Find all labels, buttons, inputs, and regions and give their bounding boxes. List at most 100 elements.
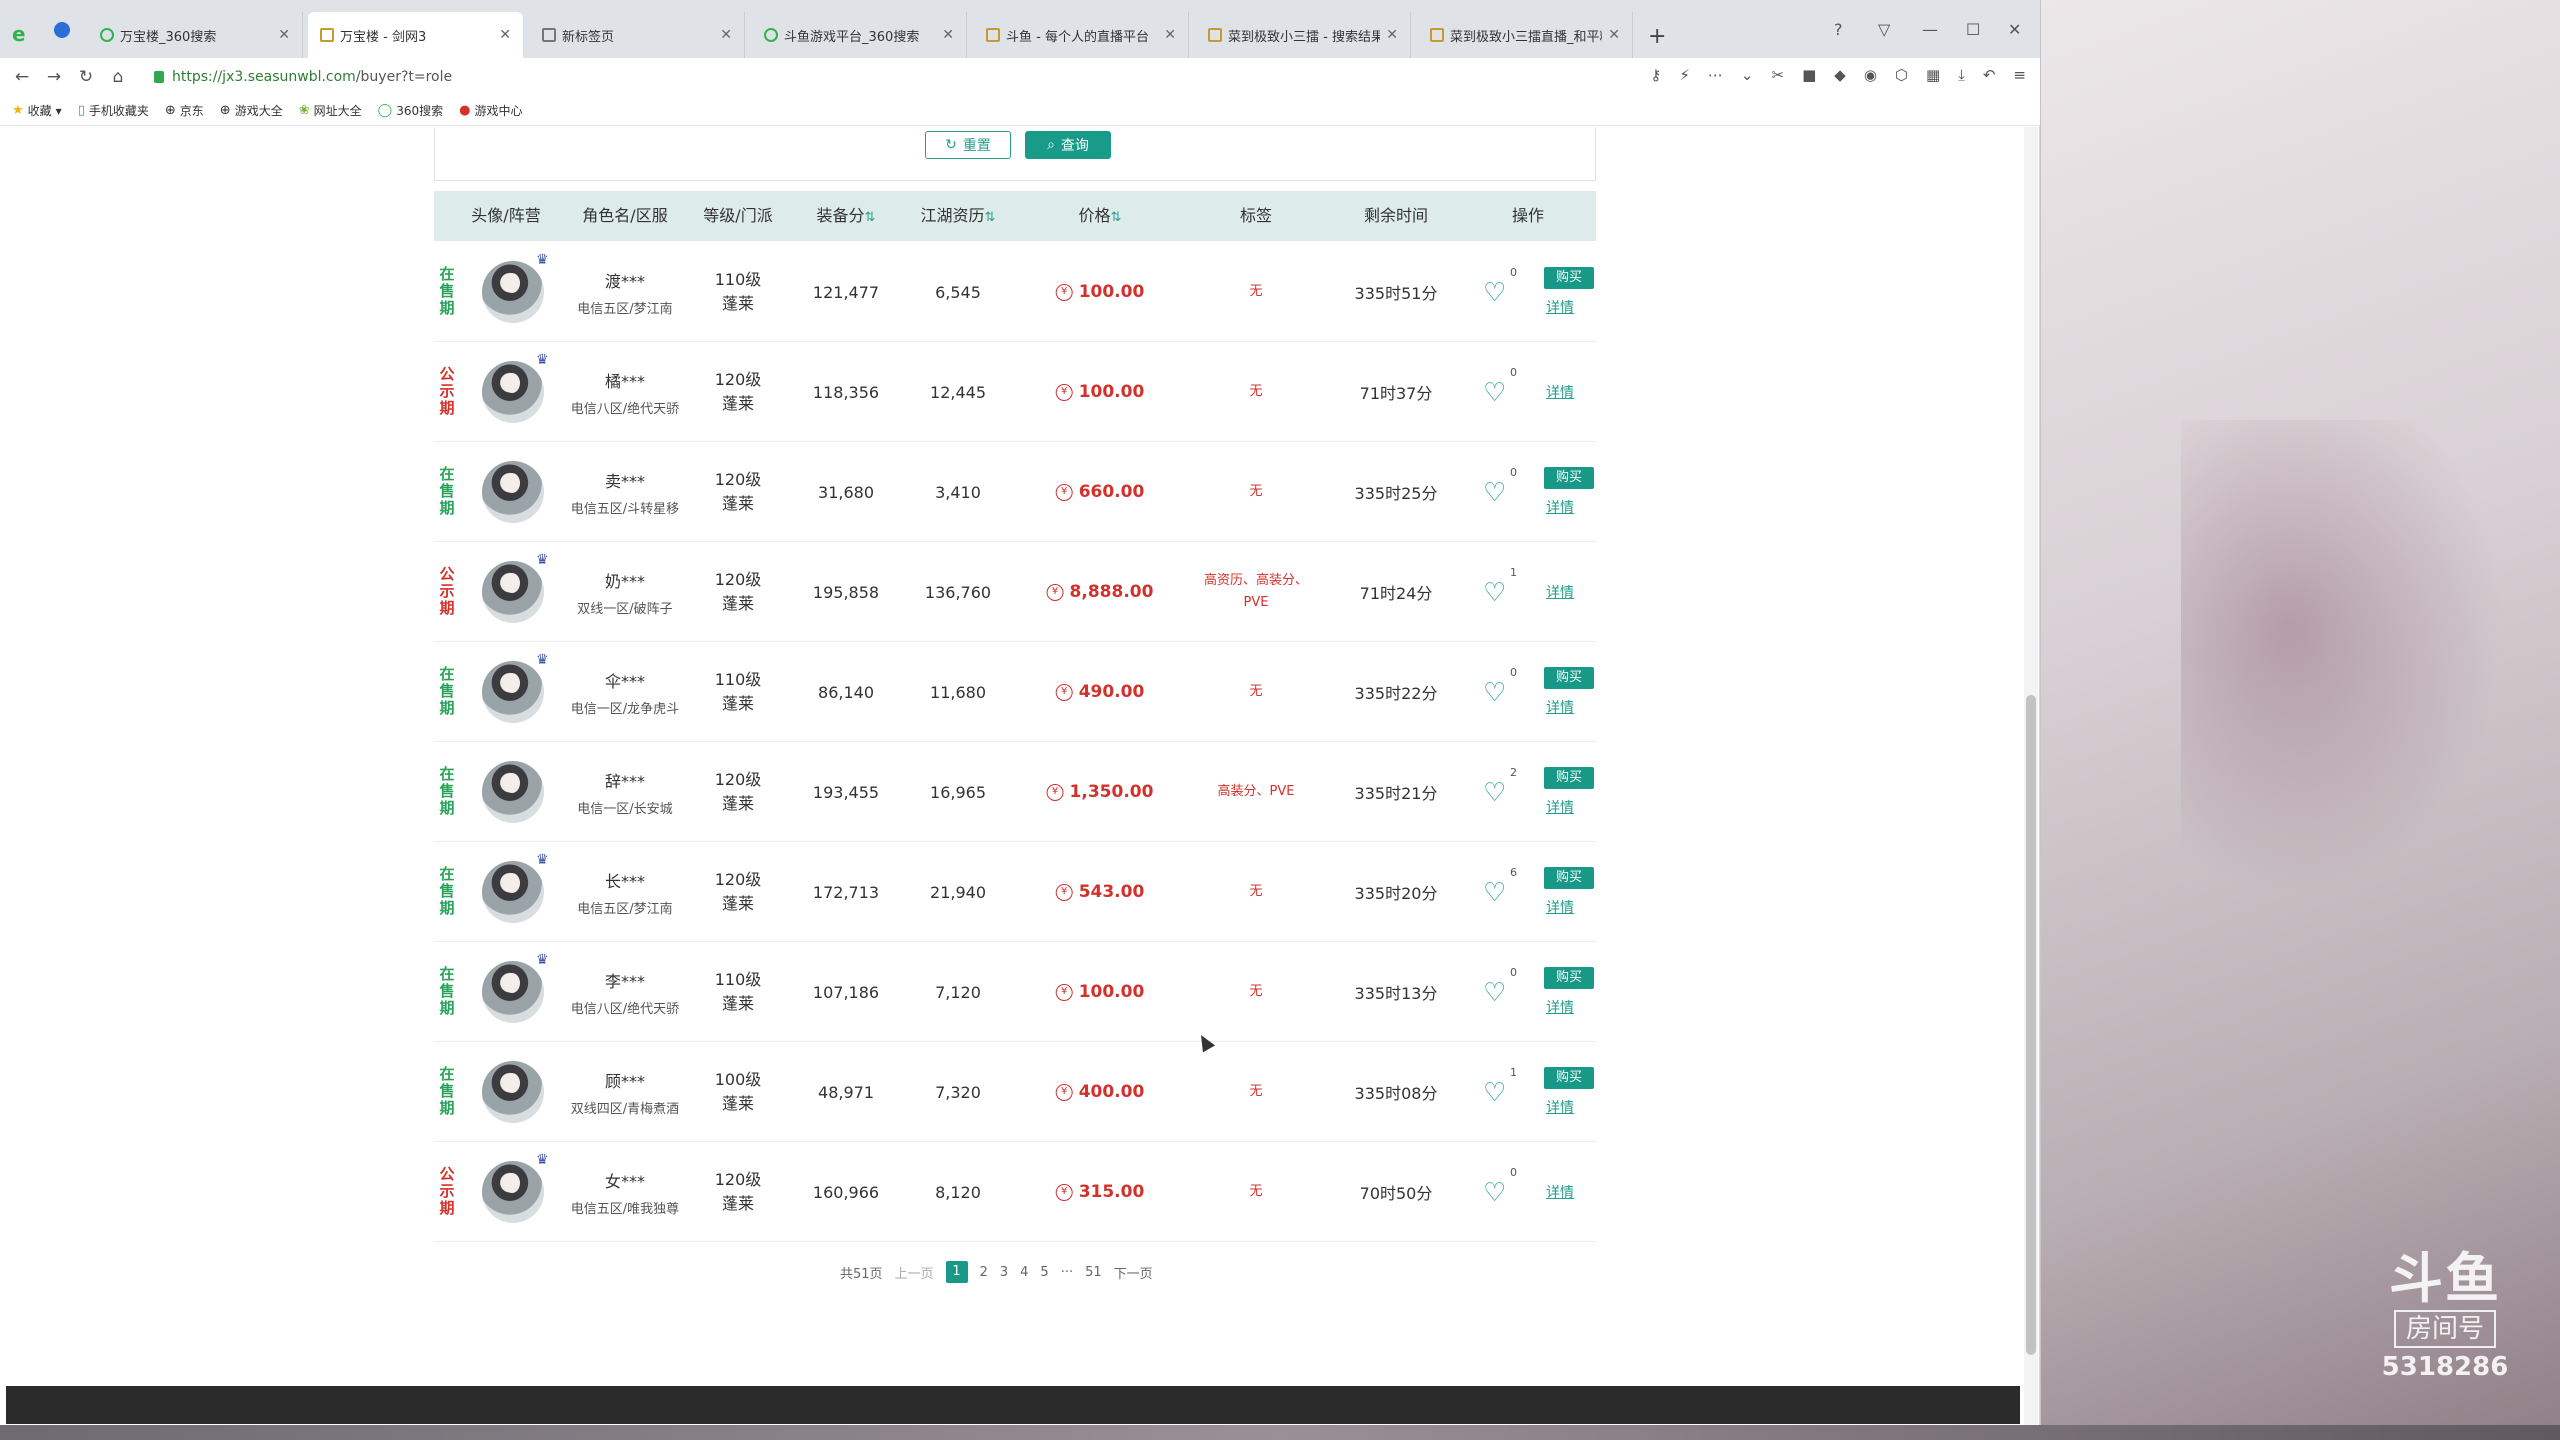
header-price[interactable]: 价格⇅ — [1079, 191, 1122, 241]
tab-6[interactable]: 菜到极致小三擂直播_和平精英✕ — [1418, 12, 1633, 58]
query-button[interactable]: ⌕ 查询 — [1025, 131, 1111, 159]
tab-5[interactable]: 菜到极致小三擂 - 搜索结果 - ✕ — [1196, 12, 1411, 58]
address-bar[interactable]: https://jx3.seasunwbl.com/buyer?t=role — [146, 64, 1586, 90]
page-link-5[interactable]: 5 — [1040, 1265, 1048, 1280]
buy-button[interactable]: 购买 — [1544, 867, 1594, 889]
tab-1[interactable]: 万宝楼 - 剑网3 ✕ — [308, 12, 523, 58]
undo-icon[interactable]: ↶ — [1983, 66, 1996, 84]
avatar[interactable] — [482, 361, 544, 423]
home-icon[interactable]: ⌂ — [102, 67, 134, 87]
next-page-link[interactable]: 下一页 — [1114, 1263, 1153, 1282]
heart-icon[interactable]: ♡ — [1483, 680, 1506, 706]
sort-icon[interactable]: ⇅ — [865, 210, 876, 225]
close-tab-icon[interactable]: ✕ — [1164, 27, 1176, 43]
detail-link[interactable]: 详情 — [1546, 382, 1574, 402]
close-tab-icon[interactable]: ✕ — [1386, 27, 1398, 43]
apps-grid-icon[interactable]: ▦ — [1926, 66, 1940, 84]
scissors-icon[interactable]: ✂ — [1772, 66, 1785, 84]
heart-icon[interactable]: ♡ — [1483, 780, 1506, 806]
more-icon[interactable]: ⋯ — [1708, 66, 1723, 84]
avatar[interactable] — [482, 561, 544, 623]
lightning-icon[interactable]: ⚡ — [1679, 66, 1690, 84]
heart-icon[interactable]: ♡ — [1483, 280, 1506, 306]
extension-icon[interactable]: ■ — [1802, 66, 1816, 84]
detail-link[interactable]: 详情 — [1546, 797, 1574, 817]
tab-0[interactable]: 万宝楼_360搜索 ✕ — [88, 12, 303, 58]
header-jianghu[interactable]: 江湖资历⇅ — [921, 191, 996, 241]
bookmark-favorites[interactable]: ★ 收藏 ▾ — [12, 102, 62, 119]
page-link-2[interactable]: 2 — [980, 1265, 988, 1280]
close-tab-icon[interactable]: ✕ — [1608, 27, 1620, 43]
key-icon[interactable]: ⚷ — [1650, 66, 1661, 84]
close-tab-icon[interactable]: ✕ — [720, 27, 732, 43]
page-link-last[interactable]: 51 — [1085, 1265, 1102, 1280]
heart-icon[interactable]: ♡ — [1483, 380, 1506, 406]
page-link-1[interactable]: 1 — [945, 1261, 968, 1283]
sort-icon[interactable]: ⇅ — [1111, 210, 1122, 225]
close-tab-icon[interactable]: ✕ — [942, 27, 954, 43]
translate-icon[interactable]: ◉ — [1864, 66, 1877, 84]
avatar[interactable] — [482, 1061, 544, 1123]
back-to-start-icon[interactable] — [54, 22, 70, 38]
avatar[interactable] — [482, 1161, 544, 1223]
bookmark-sites[interactable]: ❀ 网址大全 — [299, 102, 362, 119]
shield-icon[interactable]: ⬡ — [1895, 66, 1908, 84]
bookmark-mobile[interactable]: ▯ 手机收藏夹 — [78, 102, 149, 119]
header-equip[interactable]: 装备分⇅ — [817, 191, 876, 241]
prev-page-link[interactable]: 上一页 — [895, 1263, 934, 1282]
bookmark-games[interactable]: ⊕ 游戏大全 — [220, 102, 283, 119]
tab-3[interactable]: 斗鱼游戏平台_360搜索 ✕ — [752, 12, 967, 58]
heart-icon[interactable]: ♡ — [1483, 1180, 1506, 1206]
scrollbar-thumb[interactable] — [2026, 695, 2036, 1355]
detail-link[interactable]: 详情 — [1546, 582, 1574, 602]
buy-button[interactable]: 购买 — [1544, 467, 1594, 489]
reset-button[interactable]: ↻ 重置 — [925, 131, 1011, 159]
detail-link[interactable]: 详情 — [1546, 897, 1574, 917]
avatar[interactable] — [482, 461, 544, 523]
detail-link[interactable]: 详情 — [1546, 1097, 1574, 1117]
page-link-3[interactable]: 3 — [1000, 1265, 1008, 1280]
detail-link[interactable]: 详情 — [1546, 297, 1574, 317]
close-tab-icon[interactable]: ✕ — [278, 27, 290, 43]
minimize-icon[interactable]: — — [1922, 20, 1938, 39]
avatar[interactable] — [482, 761, 544, 823]
page-link-4[interactable]: 4 — [1020, 1265, 1028, 1280]
back-icon[interactable]: ← — [6, 67, 38, 87]
close-window-icon[interactable]: ✕ — [2008, 20, 2021, 39]
skin-icon[interactable]: ▽ — [1878, 20, 1890, 39]
avatar[interactable] — [482, 861, 544, 923]
maximize-icon[interactable]: ☐ — [1966, 20, 1980, 39]
tab-2[interactable]: 新标签页 ✕ — [530, 12, 745, 58]
bookmark-360[interactable]: ◯ 360搜索 — [378, 102, 443, 119]
heart-icon[interactable]: ♡ — [1483, 480, 1506, 506]
buy-button[interactable]: 购买 — [1544, 767, 1594, 789]
heart-icon[interactable]: ♡ — [1483, 980, 1506, 1006]
new-tab-button[interactable]: + — [1648, 24, 1666, 49]
close-tab-icon[interactable]: ✕ — [499, 27, 511, 43]
forward-icon[interactable]: → — [38, 67, 70, 87]
help-icon[interactable]: ? — [1834, 20, 1843, 39]
detail-link[interactable]: 详情 — [1546, 1182, 1574, 1202]
avatar[interactable] — [482, 661, 544, 723]
avatar[interactable] — [482, 961, 544, 1023]
buy-button[interactable]: 购买 — [1544, 267, 1594, 289]
reload-icon[interactable]: ↻ — [70, 67, 102, 87]
game-icon[interactable]: ◆ — [1834, 66, 1846, 84]
tab-4[interactable]: 斗鱼 - 每个人的直播平台 ✕ — [974, 12, 1189, 58]
browser-logo-icon[interactable]: e — [12, 22, 26, 46]
heart-icon[interactable]: ♡ — [1483, 1080, 1506, 1106]
bookmark-jd[interactable]: ⊕ 京东 — [165, 102, 204, 119]
chevron-down-icon[interactable]: ⌄ — [1741, 66, 1754, 84]
detail-link[interactable]: 详情 — [1546, 697, 1574, 717]
bookmark-game-center[interactable]: ● 游戏中心 — [459, 102, 522, 119]
sort-icon[interactable]: ⇅ — [985, 210, 996, 225]
buy-button[interactable]: 购买 — [1544, 667, 1594, 689]
avatar[interactable] — [482, 261, 544, 323]
detail-link[interactable]: 详情 — [1546, 997, 1574, 1017]
menu-icon[interactable]: ≡ — [2013, 66, 2026, 84]
heart-icon[interactable]: ♡ — [1483, 580, 1506, 606]
download-icon[interactable]: ⤓ — [1958, 66, 1965, 84]
buy-button[interactable]: 购买 — [1544, 967, 1594, 989]
heart-icon[interactable]: ♡ — [1483, 880, 1506, 906]
detail-link[interactable]: 详情 — [1546, 497, 1574, 517]
